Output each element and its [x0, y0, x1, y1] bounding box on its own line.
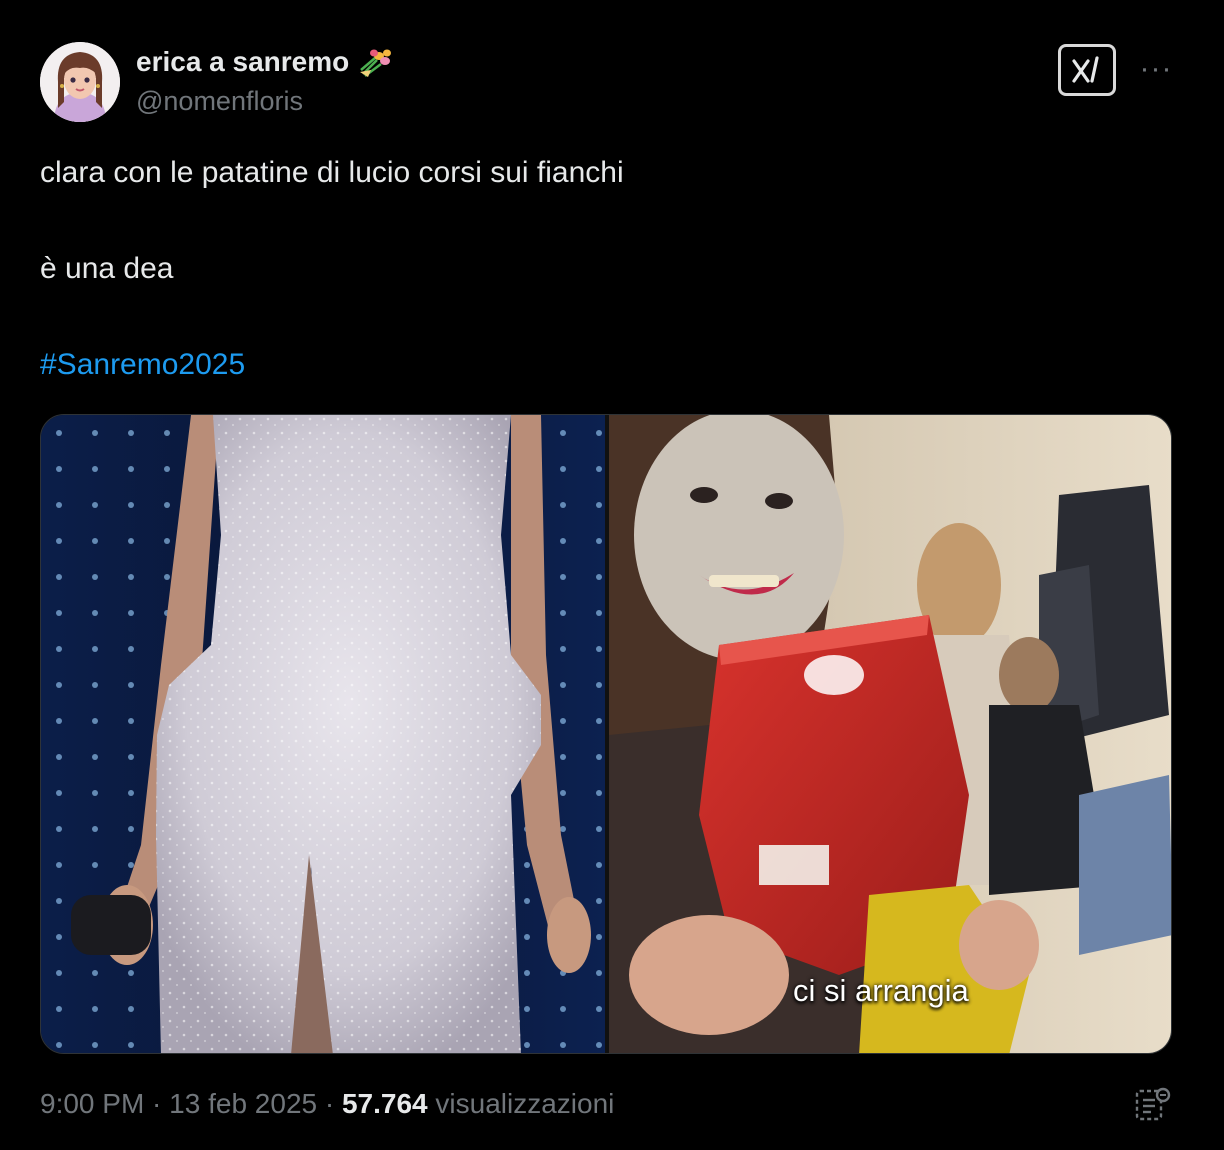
- meta-separator: ·: [144, 1088, 170, 1119]
- post-text-line-1: clara con le patatine di lucio corsi sui…: [40, 156, 624, 189]
- author-name[interactable]: erica a sanremo: [136, 46, 395, 78]
- post-date[interactable]: 13 feb 2025: [169, 1088, 317, 1119]
- image-backstage-chips: [609, 415, 1171, 1053]
- hashtag-link[interactable]: #Sanremo2025: [40, 348, 245, 382]
- analytics-icon[interactable]: [1134, 1086, 1172, 1124]
- post-text-line-2: è una dea: [40, 252, 174, 285]
- tweet: erica a sanremo @nomenfloris ··· clara c…: [0, 0, 1224, 1150]
- views-count: 57.764: [341, 1088, 428, 1119]
- grok-icon: [1072, 56, 1099, 83]
- avatar-illustration: [40, 42, 120, 122]
- media-image-right[interactable]: ci si arrangia: [609, 415, 1171, 1053]
- bouquet-icon: [357, 46, 395, 78]
- media-image-left[interactable]: [41, 415, 605, 1053]
- post-meta: 9:00 PM · 13 feb 2025 · 57.764 visualizz…: [40, 1088, 614, 1120]
- display-name: erica a sanremo: [136, 46, 350, 77]
- video-caption: ci si arrangia: [793, 973, 969, 1008]
- author-handle[interactable]: @nomenfloris: [136, 86, 303, 117]
- more-icon: ···: [1139, 52, 1173, 85]
- avatar[interactable]: [40, 42, 120, 122]
- meta-separator: ·: [317, 1088, 342, 1119]
- image-sequin-dress: [41, 415, 605, 1053]
- post-time[interactable]: 9:00 PM: [40, 1088, 144, 1119]
- grok-button[interactable]: [1058, 44, 1116, 96]
- more-button[interactable]: ···: [1136, 52, 1176, 85]
- views-label: visualizzazioni: [427, 1088, 615, 1119]
- media-grid: ci si arrangia: [40, 414, 1172, 1054]
